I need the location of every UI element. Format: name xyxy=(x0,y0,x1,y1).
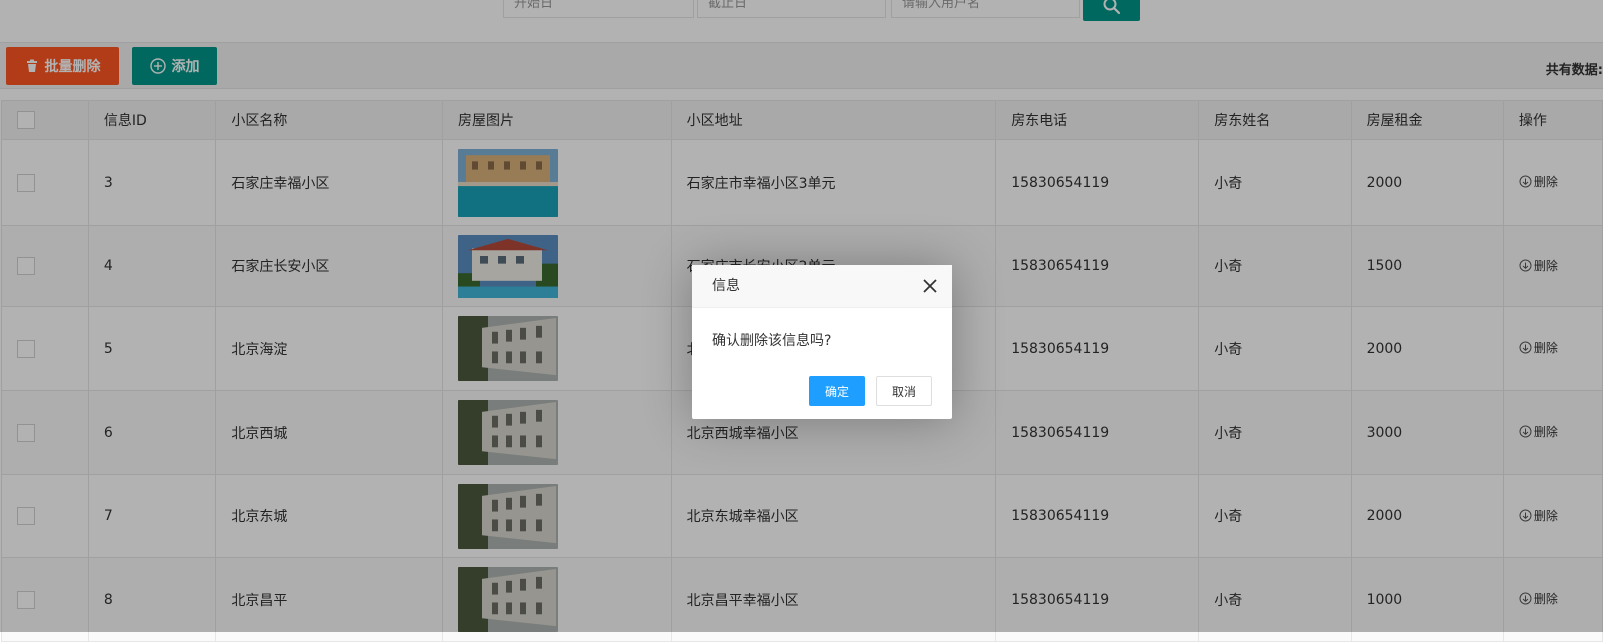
dialog-message: 确认删除该信息吗? xyxy=(712,333,832,349)
dialog-close-button[interactable] xyxy=(923,279,937,293)
dialog-title: 信息 xyxy=(712,278,740,294)
confirm-dialog: 信息 确认删除该信息吗? 确定 取消 xyxy=(692,265,952,419)
confirm-button[interactable]: 确定 xyxy=(809,376,865,406)
close-icon xyxy=(923,279,937,293)
cancel-button[interactable]: 取消 xyxy=(876,376,932,406)
dialog-actions: 确定 取消 xyxy=(809,376,932,406)
dialog-header: 信息 xyxy=(692,265,952,308)
